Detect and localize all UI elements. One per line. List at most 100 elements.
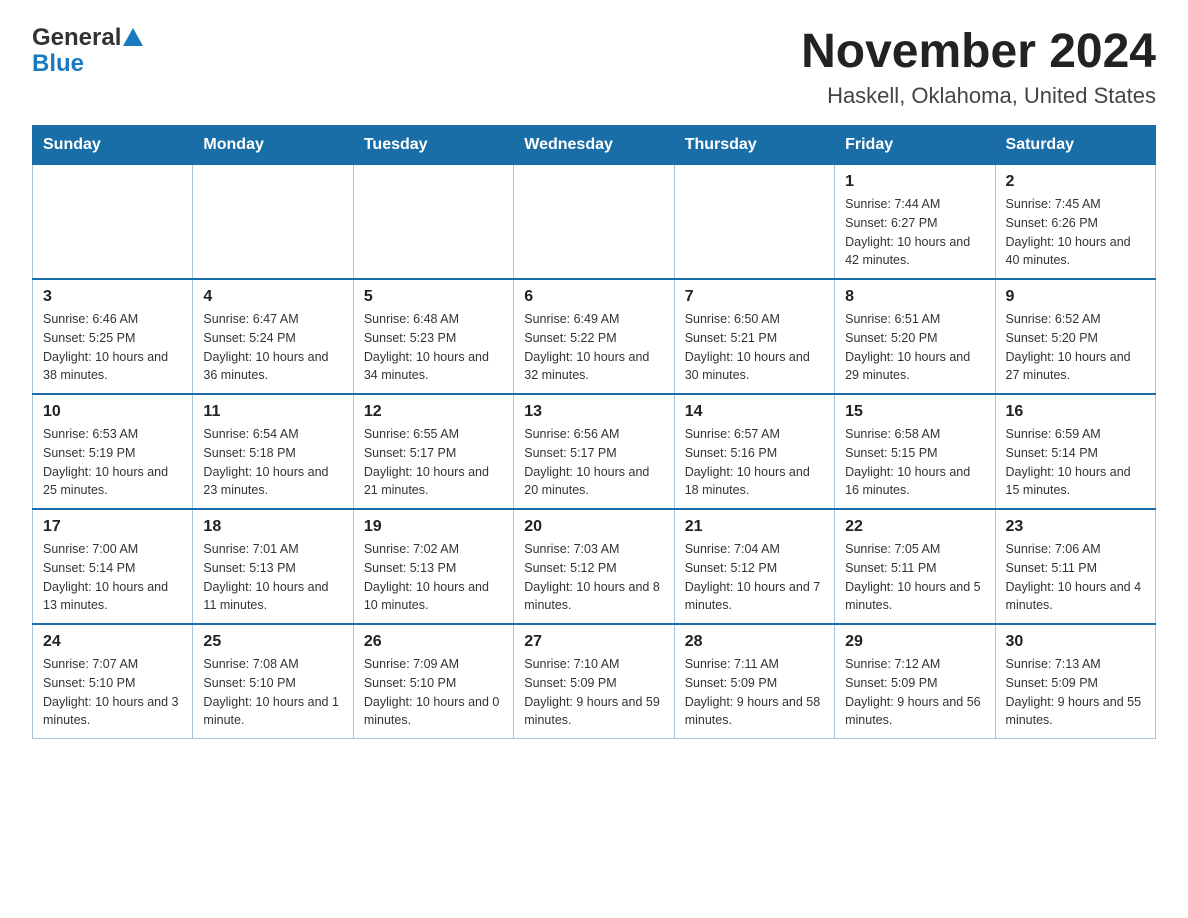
day-sun-info: Sunrise: 7:00 AMSunset: 5:14 PMDaylight:… [43, 540, 182, 615]
day-sun-info: Sunrise: 7:09 AMSunset: 5:10 PMDaylight:… [364, 655, 503, 730]
day-sun-info: Sunrise: 7:02 AMSunset: 5:13 PMDaylight:… [364, 540, 503, 615]
table-row: 24 Sunrise: 7:07 AMSunset: 5:10 PMDayligh… [33, 624, 193, 739]
table-row: 12 Sunrise: 6:55 AMSunset: 5:17 PMDayligh… [353, 394, 513, 509]
table-row: 13Sunrise: 6:56 AMSunset: 5:17 PMDayligh… [514, 394, 674, 509]
day-number: 3 [43, 288, 182, 306]
day-sun-info: Sunrise: 6:58 AMSunset: 5:15 PMDaylight:… [845, 425, 984, 500]
table-row: 23 Sunrise: 7:06 AMSunset: 5:11 PMDayligh… [995, 509, 1155, 624]
day-sun-info: Sunrise: 7:03 AMSunset: 5:12 PMDaylight:… [524, 540, 663, 615]
calendar-week-row: 3 Sunrise: 6:46 AMSunset: 5:25 PMDaylight… [33, 279, 1156, 394]
table-row [33, 165, 193, 280]
table-row: 17Sunrise: 7:00 AMSunset: 5:14 PMDayligh… [33, 509, 193, 624]
page-title: November 2024 [801, 24, 1156, 79]
table-row: 29 Sunrise: 7:12 AMSunset: 5:09 PMDayligh… [835, 624, 995, 739]
table-row: 30Sunrise: 7:13 AMSunset: 5:09 PMDayligh… [995, 624, 1155, 739]
day-number: 16 [1006, 403, 1145, 421]
day-sun-info: Sunrise: 7:12 AMSunset: 5:09 PMDaylight:… [845, 655, 984, 730]
day-number: 14 [685, 403, 824, 421]
table-row: 28Sunrise: 7:11 AMSunset: 5:09 PMDayligh… [674, 624, 834, 739]
logo-general-text: General [32, 24, 121, 52]
page-header: General Blue November 2024 Haskell, Okla… [32, 24, 1156, 109]
col-thursday: Thursday [674, 126, 834, 165]
table-row: 4 Sunrise: 6:47 AMSunset: 5:24 PMDaylight… [193, 279, 353, 394]
col-saturday: Saturday [995, 126, 1155, 165]
day-number: 9 [1006, 288, 1145, 306]
day-number: 20 [524, 518, 663, 536]
day-number: 8 [845, 288, 984, 306]
col-sunday: Sunday [33, 126, 193, 165]
table-row: 11 Sunrise: 6:54 AMSunset: 5:18 PMDayligh… [193, 394, 353, 509]
table-row [674, 165, 834, 280]
day-sun-info: Sunrise: 6:50 AMSunset: 5:21 PMDaylight:… [685, 310, 824, 385]
day-number: 7 [685, 288, 824, 306]
day-number: 19 [364, 518, 503, 536]
day-number: 29 [845, 633, 984, 651]
day-sun-info: Sunrise: 6:55 AMSunset: 5:17 PMDaylight:… [364, 425, 503, 500]
calendar-header-row: Sunday Monday Tuesday Wednesday Thursday… [33, 126, 1156, 165]
day-sun-info: Sunrise: 7:06 AMSunset: 5:11 PMDaylight:… [1006, 540, 1145, 615]
table-row: 21Sunrise: 7:04 AMSunset: 5:12 PMDayligh… [674, 509, 834, 624]
table-row: 20 Sunrise: 7:03 AMSunset: 5:12 PMDayligh… [514, 509, 674, 624]
day-number: 13 [524, 403, 663, 421]
day-number: 26 [364, 633, 503, 651]
col-monday: Monday [193, 126, 353, 165]
day-sun-info: Sunrise: 6:54 AMSunset: 5:18 PMDaylight:… [203, 425, 342, 500]
table-row [193, 165, 353, 280]
day-number: 23 [1006, 518, 1145, 536]
day-number: 10 [43, 403, 182, 421]
table-row: 15 Sunrise: 6:58 AMSunset: 5:15 PMDayligh… [835, 394, 995, 509]
table-row: 14 Sunrise: 6:57 AMSunset: 5:16 PMDayligh… [674, 394, 834, 509]
table-row: 19 Sunrise: 7:02 AMSunset: 5:13 PMDayligh… [353, 509, 513, 624]
day-sun-info: Sunrise: 7:45 AMSunset: 6:26 PMDaylight:… [1006, 195, 1145, 270]
table-row: 9Sunrise: 6:52 AMSunset: 5:20 PMDaylight… [995, 279, 1155, 394]
day-sun-info: Sunrise: 6:51 AMSunset: 5:20 PMDaylight:… [845, 310, 984, 385]
day-sun-info: Sunrise: 7:04 AMSunset: 5:12 PMDaylight:… [685, 540, 824, 615]
day-number: 30 [1006, 633, 1145, 651]
table-row: 10 Sunrise: 6:53 AMSunset: 5:19 PMDayligh… [33, 394, 193, 509]
day-sun-info: Sunrise: 6:47 AMSunset: 5:24 PMDaylight:… [203, 310, 342, 385]
day-number: 15 [845, 403, 984, 421]
day-number: 24 [43, 633, 182, 651]
day-number: 2 [1006, 173, 1145, 191]
table-row [514, 165, 674, 280]
table-row: 27 Sunrise: 7:10 AMSunset: 5:09 PMDayligh… [514, 624, 674, 739]
table-row: 7 Sunrise: 6:50 AMSunset: 5:21 PMDaylight… [674, 279, 834, 394]
day-number: 11 [203, 403, 342, 421]
day-sun-info: Sunrise: 7:08 AMSunset: 5:10 PMDaylight:… [203, 655, 342, 730]
calendar-week-row: 1 Sunrise: 7:44 AMSunset: 6:27 PMDaylight… [33, 165, 1156, 280]
day-sun-info: Sunrise: 7:44 AMSunset: 6:27 PMDaylight:… [845, 195, 984, 270]
day-sun-info: Sunrise: 6:46 AMSunset: 5:25 PMDaylight:… [43, 310, 182, 385]
day-sun-info: Sunrise: 6:59 AMSunset: 5:14 PMDaylight:… [1006, 425, 1145, 500]
table-row: 22 Sunrise: 7:05 AMSunset: 5:11 PMDayligh… [835, 509, 995, 624]
day-sun-info: Sunrise: 7:10 AMSunset: 5:09 PMDaylight:… [524, 655, 663, 730]
table-row: 16 Sunrise: 6:59 AMSunset: 5:14 PMDayligh… [995, 394, 1155, 509]
table-row: 2 Sunrise: 7:45 AMSunset: 6:26 PMDaylight… [995, 165, 1155, 280]
day-number: 25 [203, 633, 342, 651]
day-sun-info: Sunrise: 7:05 AMSunset: 5:11 PMDaylight:… [845, 540, 984, 615]
day-sun-info: Sunrise: 7:11 AMSunset: 5:09 PMDaylight:… [685, 655, 824, 730]
day-number: 1 [845, 173, 984, 191]
day-number: 4 [203, 288, 342, 306]
calendar-week-row: 24 Sunrise: 7:07 AMSunset: 5:10 PMDayligh… [33, 624, 1156, 739]
col-friday: Friday [835, 126, 995, 165]
day-sun-info: Sunrise: 7:07 AMSunset: 5:10 PMDaylight:… [43, 655, 182, 730]
calendar-week-row: 10 Sunrise: 6:53 AMSunset: 5:19 PMDayligh… [33, 394, 1156, 509]
col-wednesday: Wednesday [514, 126, 674, 165]
table-row: 5Sunrise: 6:48 AMSunset: 5:23 PMDaylight… [353, 279, 513, 394]
table-row: 25 Sunrise: 7:08 AMSunset: 5:10 PMDayligh… [193, 624, 353, 739]
calendar-week-row: 17Sunrise: 7:00 AMSunset: 5:14 PMDayligh… [33, 509, 1156, 624]
day-number: 22 [845, 518, 984, 536]
day-sun-info: Sunrise: 7:01 AMSunset: 5:13 PMDaylight:… [203, 540, 342, 615]
day-number: 27 [524, 633, 663, 651]
table-row: 6 Sunrise: 6:49 AMSunset: 5:22 PMDaylight… [514, 279, 674, 394]
day-sun-info: Sunrise: 6:57 AMSunset: 5:16 PMDaylight:… [685, 425, 824, 500]
table-row: 18Sunrise: 7:01 AMSunset: 5:13 PMDayligh… [193, 509, 353, 624]
logo-blue-text: Blue [32, 50, 84, 78]
day-number: 12 [364, 403, 503, 421]
day-sun-info: Sunrise: 6:49 AMSunset: 5:22 PMDaylight:… [524, 310, 663, 385]
table-row: 1 Sunrise: 7:44 AMSunset: 6:27 PMDaylight… [835, 165, 995, 280]
day-number: 6 [524, 288, 663, 306]
logo-triangle-icon [123, 28, 143, 46]
day-sun-info: Sunrise: 6:53 AMSunset: 5:19 PMDaylight:… [43, 425, 182, 500]
day-sun-info: Sunrise: 6:48 AMSunset: 5:23 PMDaylight:… [364, 310, 503, 385]
